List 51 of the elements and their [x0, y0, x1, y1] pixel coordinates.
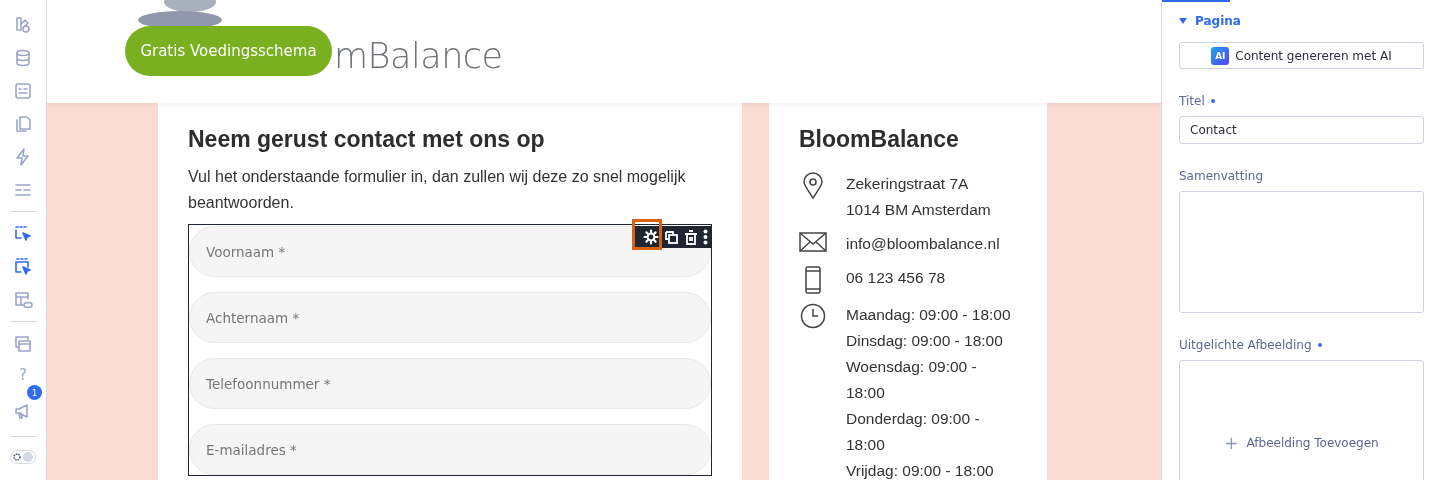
contact-text: Dinsdag: 09:00 - 18:00 [846, 331, 1004, 351]
clock-icon [800, 303, 826, 329]
map-pin-icon [802, 172, 824, 200]
input-field[interactable]: Voornaam * [189, 226, 711, 277]
contact-text: Donderdag: 09:00 - [846, 409, 981, 429]
contact-text: Woensdag: 09:00 - [846, 357, 978, 377]
settings-icon[interactable] [643, 229, 659, 245]
contact-text: 18:00 [846, 383, 886, 403]
envelope-icon [799, 232, 827, 252]
title-field[interactable]: Contact [1179, 116, 1424, 144]
required-dot [1317, 343, 1322, 347]
cursor-select-icon[interactable] [13, 223, 33, 244]
contact-text: info@bloombalance.nl [846, 234, 1000, 254]
section-header[interactable]: Pagina [1179, 14, 1241, 28]
card-title: BloomBalance [799, 125, 960, 154]
input-field[interactable]: Achternaam * [189, 292, 711, 343]
input-field[interactable]: E-mailadres * [189, 424, 711, 475]
database-icon[interactable] [13, 47, 33, 68]
layout-preview-icon[interactable] [13, 289, 33, 310]
card-title: Neem gerust contact met ons op [188, 125, 546, 154]
cursor-select-icon[interactable] [13, 256, 33, 277]
windows-icon[interactable] [13, 333, 33, 354]
contact-text: 18:00 [846, 435, 886, 455]
required-dot [1210, 99, 1215, 103]
contact-text: 1014 BM Amsterdam [846, 200, 991, 220]
notification-badge: 1 [27, 385, 42, 400]
summary-field[interactable] [1179, 191, 1424, 313]
contact-text: Zekeringstraat 7A [846, 174, 970, 194]
contact-text: 06 123 456 78 [846, 268, 946, 288]
caret-down-icon [1179, 18, 1187, 24]
intro-text: Vul het onderstaande formulier in, dan zullen wij deze zo snel mogelijk beantwoorden. [188, 167, 687, 213]
field-label: Uitgelichte Afbeelding [1179, 338, 1312, 352]
trash-icon[interactable] [684, 229, 698, 245]
logo-text: mBalance [334, 36, 503, 76]
cta-button[interactable]: Gratis Voedingsschema [125, 26, 332, 76]
smartphone-icon [805, 266, 821, 294]
help-icon[interactable]: ? [19, 366, 27, 384]
add-image-button[interactable]: + Afbeelding Toevoegen [1218, 432, 1385, 454]
gear-icon [13, 453, 21, 461]
contact-text: Maandag: 09:00 - 18:00 [846, 305, 1011, 325]
field-label: Samenvatting [1179, 169, 1264, 183]
contact-text: Vrijdag: 09:00 - 18:00 [846, 461, 995, 480]
more-icon[interactable] [703, 229, 708, 245]
focus-outline [632, 219, 662, 250]
duplicate-icon[interactable] [664, 229, 679, 245]
field-label: Titel [1179, 94, 1205, 108]
input-field[interactable]: Telefoonnummer * [189, 358, 711, 409]
ai-generate-button[interactable]: AI Content genereren met AI [1179, 42, 1424, 69]
layers-icon[interactable] [13, 14, 33, 35]
pages-icon[interactable] [13, 113, 33, 134]
form-icon[interactable] [13, 80, 33, 101]
